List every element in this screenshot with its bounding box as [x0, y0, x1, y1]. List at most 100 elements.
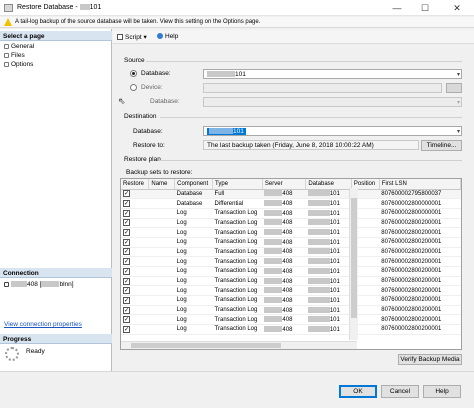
column-header-restore[interactable]: Restore — [121, 179, 150, 190]
table-row[interactable]: ✓LogTransaction Log408101180760000280020… — [121, 218, 461, 229]
table-row[interactable]: ✓LogTransaction Log408101180760000280020… — [121, 247, 461, 258]
table-row[interactable]: ✓LogTransaction Log408101180760000280020… — [121, 285, 461, 297]
restore-checkbox[interactable]: ✓ — [121, 266, 149, 277]
table-row[interactable]: ✓LogTransaction Log408101180760000280020… — [121, 227, 461, 238]
database-cell-text: 101 — [329, 288, 340, 295]
checkbox-checked-icon[interactable]: ✓ — [123, 209, 130, 217]
table-row[interactable]: ✓LogTransaction Log408101180760000280020… — [121, 314, 461, 326]
help-toolbar-button[interactable]: Help — [157, 33, 178, 40]
sidebar-item-label: General — [11, 43, 35, 50]
restore-checkbox[interactable]: ✓ — [121, 247, 149, 258]
database-cell-text: 101 — [329, 220, 340, 227]
source-device-input[interactable] — [203, 83, 442, 93]
restore-checkbox[interactable]: ✓ — [121, 256, 149, 267]
column-header-first-lsn[interactable]: First LSN — [379, 179, 461, 190]
database-cell-text: 101 — [329, 326, 340, 333]
type-cell-text: Transaction Log — [214, 268, 258, 275]
checkbox-checked-icon[interactable]: ✓ — [123, 277, 130, 285]
column-header-component[interactable]: Component — [174, 179, 214, 190]
column-header-database[interactable]: Database — [305, 179, 352, 190]
sidebar-item-general[interactable]: General — [4, 43, 34, 50]
sidebar-item-files[interactable]: Files — [4, 52, 25, 59]
restore-checkbox[interactable]: ✓ — [121, 295, 149, 306]
sidebar-item-options[interactable]: Options — [4, 61, 33, 68]
database-cell-text: 101 — [329, 268, 340, 275]
table-row[interactable]: ✓DatabaseDifferential4081011807600002800… — [121, 198, 461, 209]
checkbox-checked-icon[interactable]: ✓ — [123, 248, 130, 256]
device-database-select[interactable]: ▾ — [203, 97, 462, 107]
table-row[interactable]: ✓LogTransaction Log408101180760000280020… — [121, 295, 461, 306]
checkbox-checked-icon[interactable]: ✓ — [123, 325, 130, 333]
browse-device-button[interactable] — [446, 83, 462, 93]
restore-checkbox[interactable]: ✓ — [121, 208, 149, 219]
cancel-button[interactable]: Cancel — [381, 385, 419, 398]
scrollbar-thumb[interactable] — [351, 198, 357, 318]
redacted-block — [307, 238, 330, 245]
warning-text: A tail-log backup of the source database… — [15, 19, 261, 25]
restore-checkbox[interactable]: ✓ — [121, 324, 149, 335]
column-header-server[interactable]: Server — [262, 179, 307, 190]
source-database-radio[interactable] — [130, 70, 137, 77]
redacted-block — [307, 200, 330, 207]
source-device-radio[interactable] — [130, 84, 137, 91]
restore-checkbox[interactable]: ✓ — [121, 314, 149, 326]
restore-checkbox[interactable]: ✓ — [121, 198, 149, 209]
checkbox-checked-icon[interactable]: ✓ — [123, 316, 130, 324]
component-cell-text: Log — [176, 268, 187, 275]
table-row[interactable]: ✓LogTransaction Log408101180760000280020… — [121, 305, 461, 316]
ok-button[interactable]: OK — [339, 385, 377, 398]
grid-vertical-scrollbar[interactable] — [349, 188, 358, 340]
database-cell: 101 — [305, 198, 352, 209]
server-cell: 408 — [262, 218, 306, 229]
backup-sets-grid[interactable]: Restore Name Component Type Server Datab… — [120, 178, 462, 350]
redacted-block — [209, 128, 233, 134]
page-icon — [4, 44, 9, 49]
close-icon[interactable]: ✕ — [446, 2, 468, 14]
checkbox-checked-icon[interactable]: ✓ — [123, 258, 130, 266]
restore-checkbox[interactable]: ✓ — [121, 189, 149, 200]
restore-checkbox[interactable]: ✓ — [121, 218, 149, 229]
component-cell-text: Log — [176, 248, 187, 255]
checkbox-checked-icon[interactable]: ✓ — [123, 200, 130, 208]
server-cell-text: 408 — [282, 220, 293, 227]
database-cell: 101 — [305, 237, 352, 248]
checkbox-checked-icon[interactable]: ✓ — [123, 306, 130, 314]
table-row[interactable]: ✓LogTransaction Log408101180760000280020… — [121, 266, 461, 277]
database-cell-text: 101 — [329, 191, 340, 198]
table-row[interactable]: ✓LogTransaction Log408101180760000280020… — [121, 324, 461, 335]
grid-horizontal-scrollbar[interactable] — [121, 341, 357, 349]
table-row[interactable]: ✓LogTransaction Log408101180760000280020… — [121, 276, 461, 287]
checkbox-checked-icon[interactable]: ✓ — [123, 267, 130, 275]
timeline-button[interactable]: Timeline... — [421, 140, 462, 151]
restore-checkbox[interactable]: ✓ — [121, 305, 149, 316]
column-header-name[interactable]: Name — [148, 179, 176, 190]
checkbox-checked-icon[interactable]: ✓ — [123, 229, 130, 237]
scrollbar-thumb[interactable] — [131, 343, 281, 348]
table-row[interactable]: ✓LogTransaction Log408101180760000280020… — [121, 237, 461, 248]
checkbox-checked-icon[interactable]: ✓ — [123, 296, 130, 304]
help-button[interactable]: Help — [423, 385, 461, 398]
table-row[interactable]: ✓LogTransaction Log408101180760000280000… — [121, 208, 461, 219]
restore-checkbox[interactable]: ✓ — [121, 285, 149, 297]
database-cell-text: 101 — [329, 278, 340, 285]
first-lsn-cell: 807600002800200001 — [379, 227, 461, 238]
checkbox-checked-icon[interactable]: ✓ — [123, 287, 130, 295]
table-row[interactable]: ✓DatabaseFull4081011807600002795800037 — [121, 189, 461, 200]
source-database-select[interactable]: 101 ▾ — [203, 69, 462, 79]
restore-checkbox[interactable]: ✓ — [121, 237, 149, 248]
destination-database-combo[interactable]: 101 ▾ — [203, 126, 462, 136]
view-connection-properties-link[interactable]: View connection properties — [4, 321, 82, 328]
script-button[interactable]: Script ▾ — [117, 33, 147, 41]
verify-backup-media-button[interactable]: Verify Backup Media — [398, 354, 462, 365]
restore-checkbox[interactable]: ✓ — [121, 227, 149, 238]
warning-icon — [4, 18, 12, 26]
column-header-type[interactable]: Type — [212, 179, 263, 190]
first-lsn-cell: 807600002795800037 — [379, 189, 461, 200]
maximize-icon[interactable]: ☐ — [414, 2, 436, 14]
checkbox-checked-icon[interactable]: ✓ — [123, 190, 130, 198]
table-row[interactable]: ✓LogTransaction Log408101180760000280020… — [121, 256, 461, 267]
checkbox-checked-icon[interactable]: ✓ — [123, 219, 130, 227]
minimize-icon[interactable]: — — [386, 2, 408, 14]
checkbox-checked-icon[interactable]: ✓ — [123, 238, 130, 246]
restore-checkbox[interactable]: ✓ — [121, 276, 149, 287]
